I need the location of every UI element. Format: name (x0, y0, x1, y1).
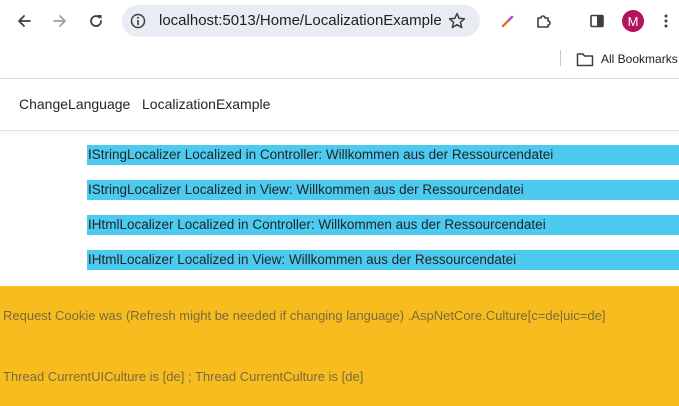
site-info-icon[interactable] (130, 13, 146, 29)
localized-line: IStringLocalizer Localized in View: Will… (87, 180, 679, 200)
all-bookmarks-button[interactable]: All Bookmarks (576, 49, 678, 69)
side-panel-button[interactable] (582, 6, 612, 36)
extensions-menu-button[interactable] (529, 6, 559, 36)
extension-button[interactable] (493, 6, 523, 36)
browser-toolbar: localhost:5013/Home/LocalizationExample … (0, 0, 679, 42)
puzzle-icon (537, 15, 551, 28)
request-cookie-text: Request Cookie was (Refresh might be nee… (3, 308, 606, 323)
side-panel-icon (590, 14, 604, 28)
profile-avatar[interactable]: M (622, 10, 644, 32)
url-text: localhost:5013/Home/LocalizationExample (159, 12, 442, 29)
web-page: ChangeLanguage LocalizationExample IStri… (0, 78, 679, 406)
eyedropper-icon (501, 15, 514, 28)
browser-menu-button[interactable] (651, 6, 679, 36)
arrow-left-icon (18, 15, 31, 27)
arrow-right-icon (53, 15, 66, 27)
localized-line: IHtmlLocalizer Localized in View: Willko… (87, 250, 679, 270)
reload-button[interactable] (81, 6, 111, 36)
nav-link-change-language[interactable]: ChangeLanguage (19, 96, 130, 112)
navbar: ChangeLanguage LocalizationExample (0, 79, 679, 131)
more-vertical-icon (664, 14, 668, 28)
culture-info-panel: Request Cookie was (Refresh might be nee… (0, 286, 679, 406)
all-bookmarks-label: All Bookmarks (601, 52, 678, 66)
folder-icon (576, 52, 594, 66)
nav-link-localization-example[interactable]: LocalizationExample (142, 96, 270, 112)
forward-button[interactable] (45, 6, 75, 36)
address-bar[interactable]: localhost:5013/Home/LocalizationExample (122, 5, 480, 37)
bookmarks-bar: All Bookmarks (0, 42, 679, 76)
reload-icon (90, 15, 102, 27)
thread-culture-text: Thread CurrentUICulture is [de] ; Thread… (3, 369, 364, 384)
localized-line: IStringLocalizer Localized in Controller… (87, 145, 679, 165)
bookmarks-separator (560, 50, 561, 66)
localized-line: IHtmlLocalizer Localized in Controller: … (87, 215, 679, 235)
bookmark-star-icon[interactable] (447, 11, 467, 31)
back-button[interactable] (9, 6, 39, 36)
